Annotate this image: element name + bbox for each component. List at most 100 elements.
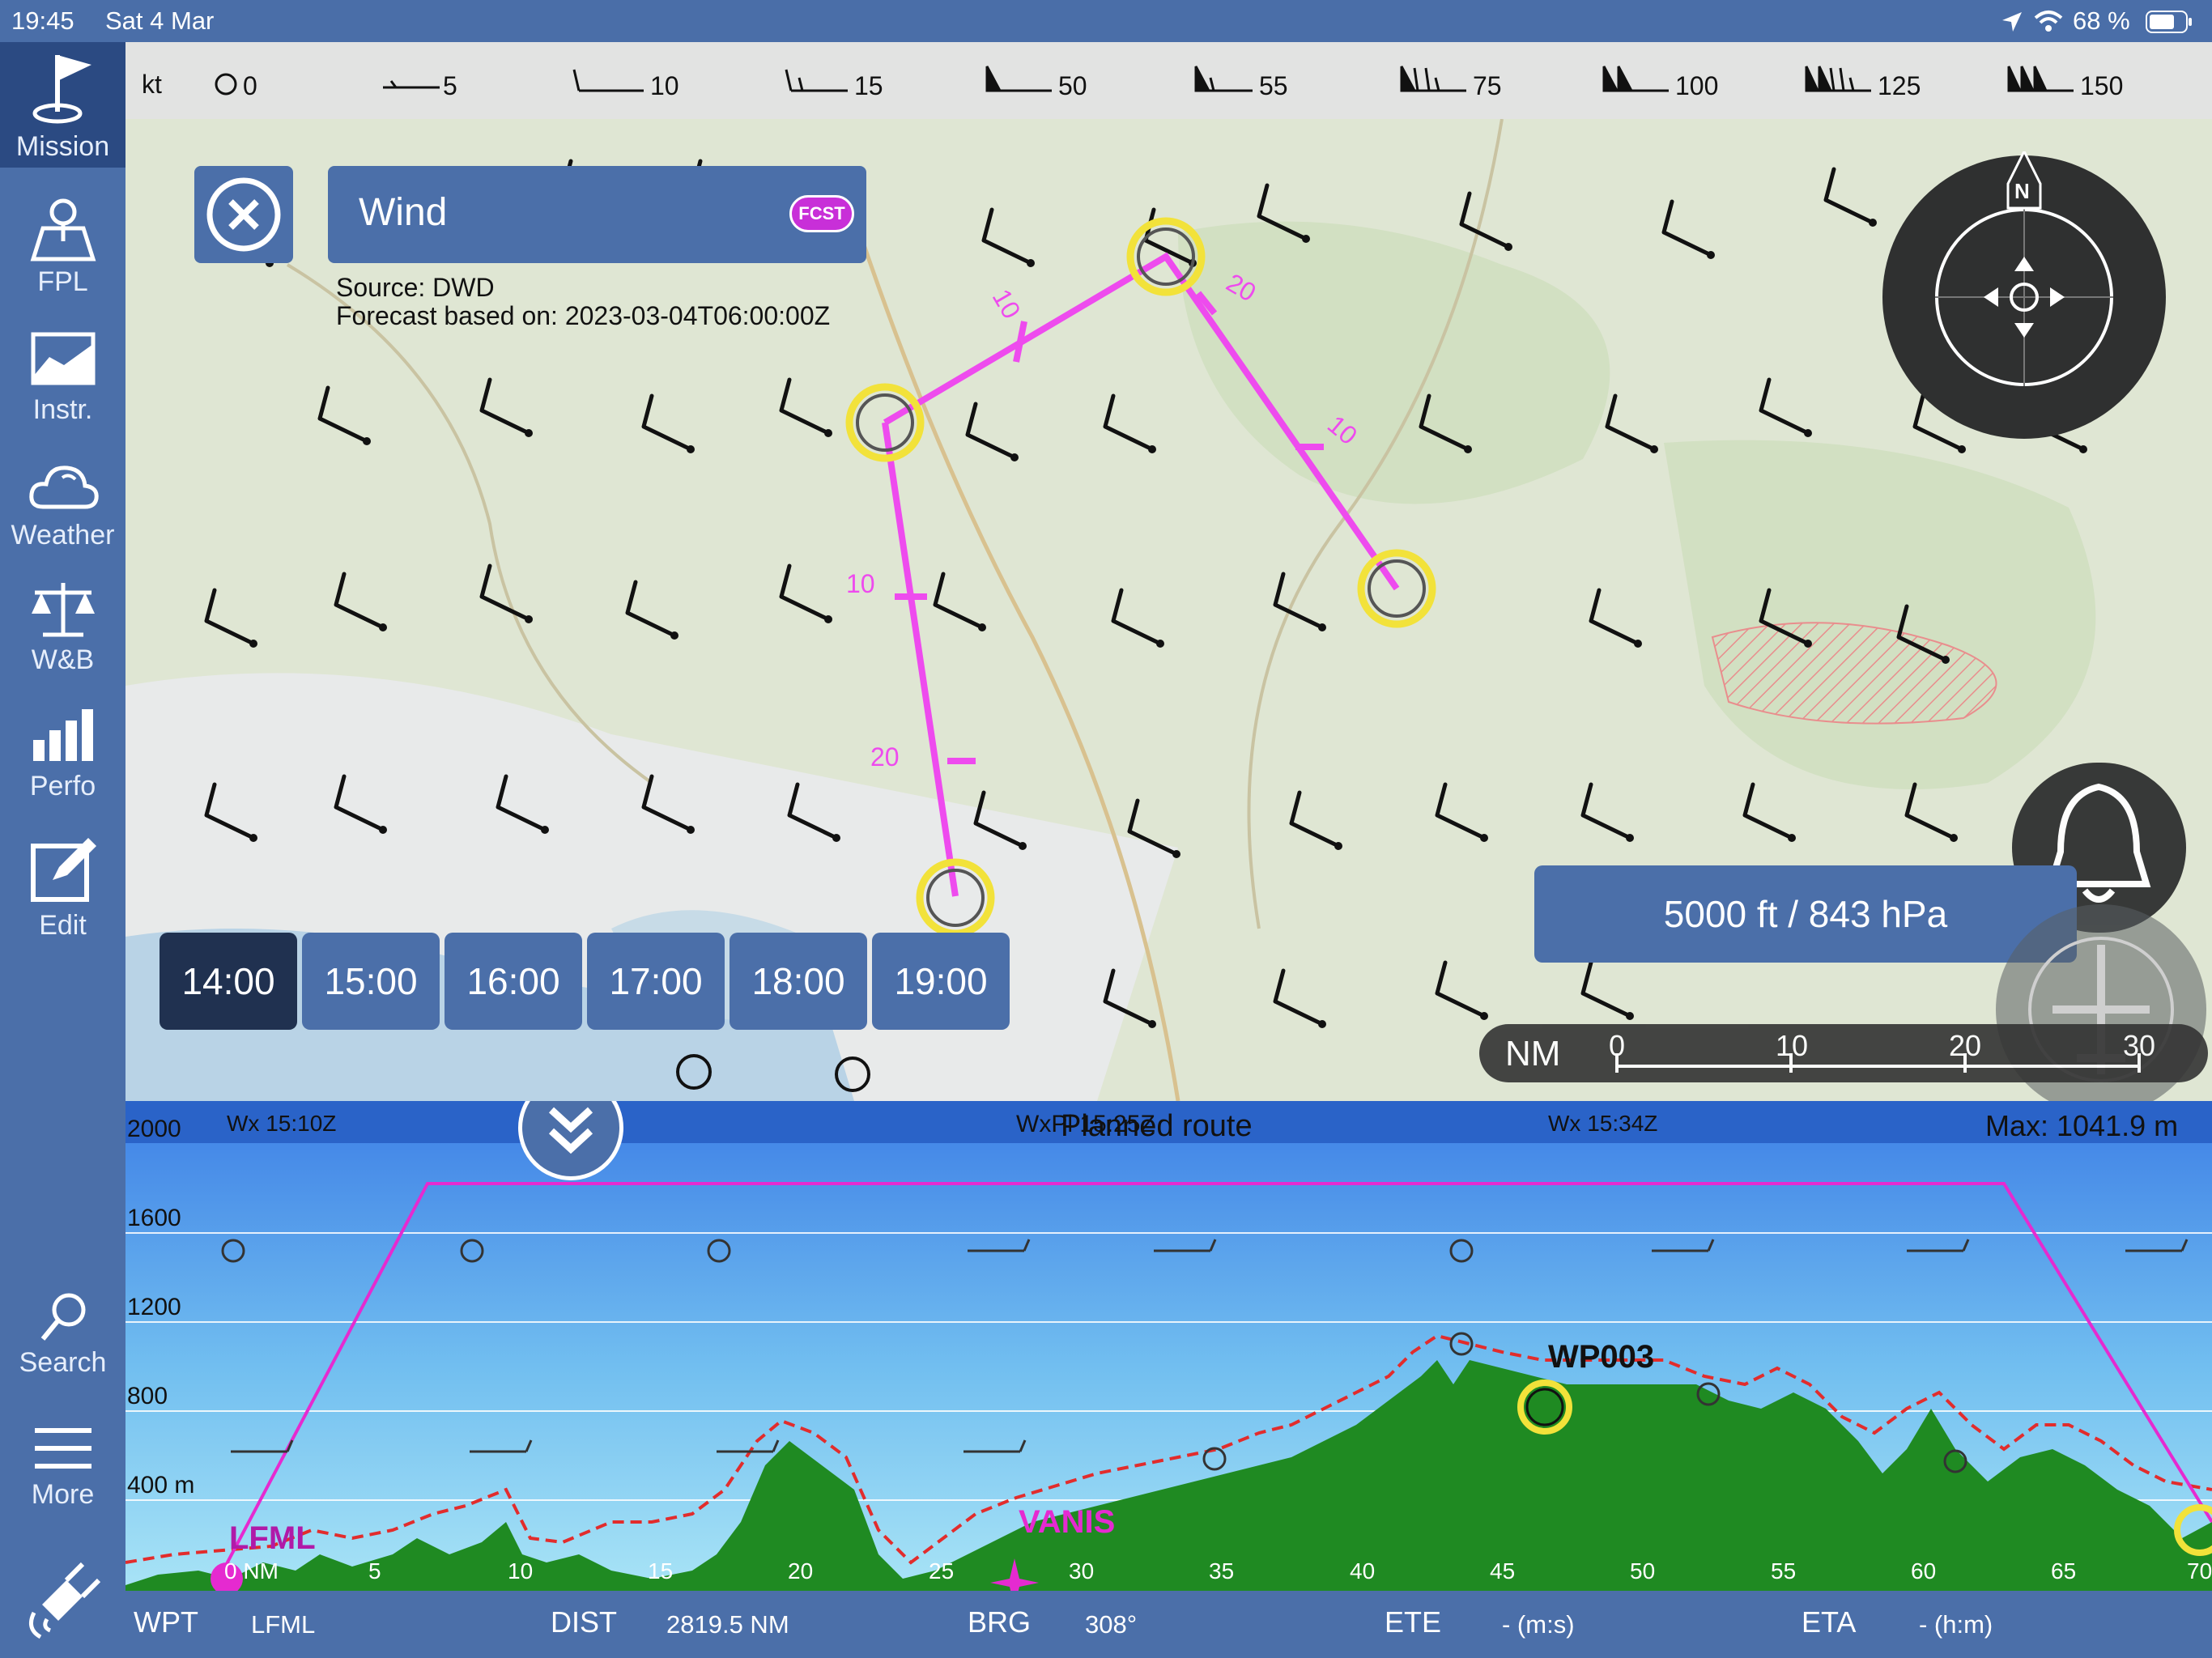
wind-legend-value: 150: [2080, 71, 2124, 100]
altitude-label: 800: [127, 1383, 168, 1409]
wind-legend-value: 100: [1675, 71, 1719, 100]
wpt-value: LFML: [251, 1610, 316, 1639]
map-pin-icon: [30, 198, 96, 261]
sidebar-item-label: Mission: [15, 131, 110, 162]
search-icon: [40, 1293, 85, 1341]
profile-title: Planned route: [1061, 1109, 1253, 1143]
bar-chart-icon: [32, 709, 93, 761]
wx-time-label: Wx 15:34Z: [1548, 1111, 1658, 1136]
sidebar-item-label: Instr.: [32, 394, 93, 425]
wind-speed-legend: kt 0 5 10 15 50 55 75 100 125 150: [125, 42, 2212, 119]
time-button-1700[interactable]: 17:00: [587, 933, 725, 1030]
distance-label: 45: [1490, 1558, 1516, 1584]
wind-legend-value: 0: [243, 71, 257, 100]
distance-label: 30: [1069, 1558, 1095, 1584]
wpt-label: WPT: [134, 1605, 198, 1639]
sidebar-item-mission[interactable]: Mission: [0, 42, 125, 168]
sidebar-item-label: Search: [19, 1347, 107, 1378]
wind-legend-value: 5: [443, 71, 457, 100]
route-info-bar: WPT LFML DIST 2819.5 NM BRG 308° ETE - (…: [125, 1591, 2212, 1658]
scale-ticks: [1615, 1053, 2141, 1073]
eta-value: - (h:m): [1919, 1610, 1993, 1639]
time-button-1800[interactable]: 18:00: [730, 933, 867, 1030]
wind-legend-value: 55: [1259, 71, 1288, 100]
wind-layer-title: Wind: [359, 191, 448, 234]
close-icon: [206, 177, 281, 252]
sidebar-item-search[interactable]: Search: [0, 1289, 125, 1379]
double-chevron-down-icon: [548, 1107, 593, 1154]
edit-icon: [30, 838, 96, 902]
scale-tick-label: 0: [1609, 1029, 1626, 1062]
eta-label: ETA: [1802, 1605, 1857, 1639]
location-arrow-icon: [2002, 12, 2022, 32]
sidebar-item-label: More: [31, 1479, 95, 1510]
status-date: Sat 4 Mar: [105, 6, 215, 35]
altitude-label: 1200: [127, 1294, 181, 1320]
distance-label: 40: [1350, 1558, 1376, 1584]
max-altitude-label: Max: 1041.9 m: [1985, 1109, 2179, 1142]
distance-label: 10: [508, 1558, 534, 1584]
distance-label: 20: [788, 1558, 814, 1584]
distance-label: 60: [1911, 1558, 1937, 1584]
sidebar-item-label: FPL: [37, 266, 88, 297]
scale-tick-label: 30: [2123, 1029, 2156, 1062]
dist-label: DIST: [551, 1605, 618, 1639]
forecast-badge: FCST: [789, 195, 854, 232]
flag-icon: [32, 55, 91, 124]
time-button-1600[interactable]: 16:00: [445, 933, 582, 1030]
scale-bar: NM 0 10 20 30: [1479, 1024, 2208, 1082]
sidebar-item-wb[interactable]: W&B: [0, 578, 125, 676]
scale-tick-label: 20: [1949, 1029, 1982, 1062]
wind-legend-value: 125: [1878, 71, 1921, 100]
battery-icon: [2146, 11, 2192, 33]
balance-icon: [31, 583, 95, 637]
collapse-profile-button[interactable]: [518, 1101, 623, 1180]
status-bar: 19:45 Sat 4 Mar 68 %: [0, 0, 2212, 42]
sidebar-item-label: Edit: [39, 910, 87, 941]
sidebar-item-perfo[interactable]: Perfo: [0, 704, 125, 802]
distance-label: 0 NM: [224, 1558, 279, 1584]
sidebar-item-more[interactable]: More: [0, 1421, 125, 1511]
sidebar-item-label: Perfo: [29, 771, 96, 801]
time-button-1500[interactable]: 15:00: [302, 933, 440, 1030]
ete-label: ETE: [1385, 1605, 1442, 1639]
cloud-icon: [28, 466, 99, 509]
wind-layer-header[interactable]: Wind FCST: [328, 166, 866, 263]
ete-value: - (m:s): [1502, 1610, 1575, 1639]
wx-time-label: Wx 15:10Z: [227, 1111, 337, 1136]
svg-text:N: N: [2014, 179, 2030, 203]
sidebar-item-weather[interactable]: Weather: [0, 453, 125, 551]
compass-icon[interactable]: N: [1878, 151, 2170, 443]
time-button-1400[interactable]: 14:00: [160, 933, 297, 1030]
close-layer-button[interactable]: [194, 166, 293, 263]
wind-legend-value: 75: [1473, 71, 1502, 100]
distance-label: 55: [1771, 1558, 1797, 1584]
menu-icon: [34, 1428, 91, 1469]
chart-area-icon: [31, 332, 95, 385]
wind-forecast-time: Forecast based on: 2023-03-04T06:00:00Z: [336, 301, 831, 330]
time-button-1900[interactable]: 19:00: [872, 933, 1010, 1030]
distance-label: 70: [2187, 1558, 2212, 1584]
app-window: 19:45 Sat 4 Mar 68 % Mission FPL Instr. …: [0, 0, 2212, 1658]
distance-label: 65: [2051, 1558, 2077, 1584]
sidebar-item-edit[interactable]: Edit: [0, 831, 125, 942]
altitude-label: 400 m: [127, 1472, 195, 1499]
battery-percent: 68 %: [2073, 6, 2130, 35]
sidebar: Mission FPL Instr. Weather W&B Perfo Edi…: [0, 42, 125, 1658]
profile-chart: [125, 1101, 2212, 1591]
vertical-profile[interactable]: 2000 1600 1200 800 400 m Wx 15:10Z WxPl …: [125, 1101, 2212, 1591]
altitude-label: 2000: [127, 1116, 181, 1142]
sidebar-item-instr[interactable]: Instr.: [0, 328, 125, 426]
sidebar-item-fpl[interactable]: FPL: [0, 196, 125, 298]
waypoint-label-wp003: WP003: [1548, 1339, 1655, 1375]
wind-source: Source: DWD: [336, 273, 495, 302]
distance-label: 35: [1209, 1558, 1235, 1584]
wifi-icon: [2034, 11, 2063, 32]
distance-label: 50: [1630, 1558, 1656, 1584]
wind-legend-value: 10: [650, 71, 679, 100]
wind-legend-value: 15: [854, 71, 883, 100]
sidebar-item-label: W&B: [31, 644, 95, 675]
brg-value: 308°: [1085, 1610, 1138, 1639]
satellite-icon[interactable]: [18, 1556, 107, 1645]
distance-label: 25: [929, 1558, 955, 1584]
